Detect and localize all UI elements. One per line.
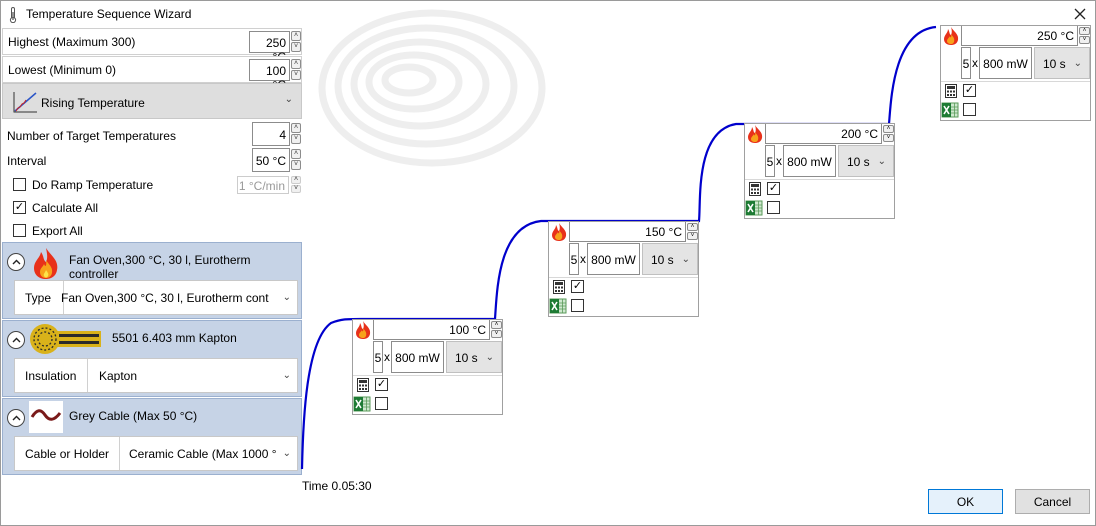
- calculate-checkbox[interactable]: ✓: [571, 280, 584, 293]
- repeat-input[interactable]: 5: [961, 47, 971, 79]
- power-input[interactable]: 800 mW: [587, 243, 640, 275]
- target-temp-spinner[interactable]: ˄ ˅: [687, 223, 698, 241]
- cancel-button[interactable]: Cancel: [1015, 489, 1090, 514]
- excel-export-icon: [941, 102, 959, 118]
- spin-up-icon[interactable]: ˄: [1079, 27, 1090, 35]
- step-3: 200 °C ˄ ˅ 5 x 800 mW 10 s ⌄ ✓: [744, 123, 895, 219]
- target-temp-input[interactable]: 150 °C: [569, 222, 686, 242]
- chevron-down-icon: ⌄: [877, 156, 886, 167]
- target-temp-input[interactable]: 100 °C: [373, 320, 490, 340]
- calculator-icon: [357, 378, 369, 392]
- duration-select[interactable]: 10 s ⌄: [446, 341, 502, 373]
- times-label: x: [776, 154, 782, 168]
- flame-icon: [356, 321, 371, 339]
- repeat-input[interactable]: 5: [373, 341, 383, 373]
- calculate-checkbox[interactable]: ✓: [767, 182, 780, 195]
- duration-value: 10 s: [455, 351, 478, 365]
- duration-value: 10 s: [651, 253, 674, 267]
- ok-button[interactable]: OK: [928, 489, 1003, 514]
- times-label: x: [972, 56, 978, 70]
- repeat-input[interactable]: 5: [765, 145, 775, 177]
- excel-export-icon: [745, 200, 763, 216]
- power-input[interactable]: 800 mW: [783, 145, 836, 177]
- spin-down-icon[interactable]: ˅: [687, 232, 698, 240]
- calculate-checkbox[interactable]: ✓: [375, 378, 388, 391]
- export-checkbox[interactable]: [375, 397, 388, 410]
- target-temp-spinner[interactable]: ˄ ˅: [883, 125, 894, 143]
- chevron-down-icon: ⌄: [485, 352, 494, 363]
- step-4: 250 °C ˄ ˅ 5 x 800 mW 10 s ⌄ ✓: [940, 25, 1091, 121]
- duration-select[interactable]: 10 s ⌄: [642, 243, 698, 275]
- duration-select[interactable]: 10 s ⌄: [838, 145, 894, 177]
- step-2: 150 °C ˄ ˅ 5 x 800 mW 10 s ⌄ ✓: [548, 221, 699, 317]
- flame-icon: [552, 223, 567, 241]
- spin-up-icon[interactable]: ˄: [491, 321, 502, 329]
- target-temp-spinner[interactable]: ˄ ˅: [1079, 27, 1090, 45]
- target-temp-input[interactable]: 250 °C: [961, 26, 1078, 46]
- chevron-down-icon: ⌄: [681, 254, 690, 265]
- flame-icon: [748, 125, 763, 143]
- export-checkbox[interactable]: [963, 103, 976, 116]
- power-input[interactable]: 800 mW: [979, 47, 1032, 79]
- duration-value: 10 s: [1043, 57, 1066, 71]
- chevron-down-icon: ⌄: [1073, 58, 1082, 69]
- calculator-icon: [945, 84, 957, 98]
- calculate-checkbox[interactable]: ✓: [963, 84, 976, 97]
- power-input[interactable]: 800 mW: [391, 341, 444, 373]
- spin-down-icon[interactable]: ˅: [491, 330, 502, 338]
- duration-value: 10 s: [847, 155, 870, 169]
- spin-up-icon[interactable]: ˄: [687, 223, 698, 231]
- times-label: x: [580, 252, 586, 266]
- calculator-icon: [749, 182, 761, 196]
- spin-up-icon[interactable]: ˄: [883, 125, 894, 133]
- step-1: 100 °C ˄ ˅ 5 x 800 mW 10 s ⌄ ✓: [352, 319, 503, 415]
- excel-export-icon: [549, 298, 567, 314]
- excel-export-icon: [353, 396, 371, 412]
- time-label: Time 0.05:30: [302, 479, 372, 493]
- export-checkbox[interactable]: [767, 201, 780, 214]
- target-temp-spinner[interactable]: ˄ ˅: [491, 321, 502, 339]
- spin-down-icon[interactable]: ˅: [883, 134, 894, 142]
- duration-select[interactable]: 10 s ⌄: [1034, 47, 1090, 79]
- wizard-window: Temperature Sequence Wizard Highest (Max…: [0, 0, 1096, 526]
- export-checkbox[interactable]: [571, 299, 584, 312]
- calculator-icon: [553, 280, 565, 294]
- repeat-input[interactable]: 5: [569, 243, 579, 275]
- spin-down-icon[interactable]: ˅: [1079, 36, 1090, 44]
- target-temp-input[interactable]: 200 °C: [765, 124, 882, 144]
- flame-icon: [944, 27, 959, 45]
- times-label: x: [384, 350, 390, 364]
